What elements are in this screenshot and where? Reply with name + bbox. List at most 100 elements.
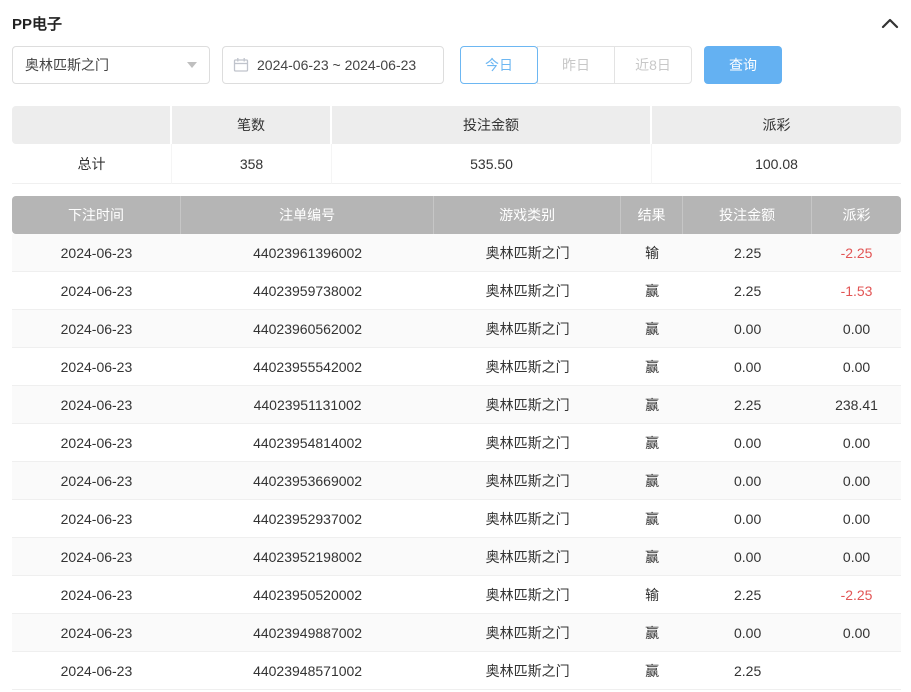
table-row: 2024-06-23 44023959738002 奥林匹斯之门 赢 2.25 … [12,272,901,310]
bet-table-body: 2024-06-23 44023961396002 奥林匹斯之门 输 2.25 … [12,234,901,690]
cell-bet-time: 2024-06-23 [12,500,181,538]
cell-bet-time: 2024-06-23 [12,310,181,348]
cell-game-category: 奥林匹斯之门 [434,272,621,310]
quick-button-yesterday[interactable]: 昨日 [537,46,615,84]
cell-order-number: 44023949887002 [181,614,434,652]
summary-header-bet-amount: 投注金额 [332,106,652,144]
bet-header-order-number: 注单编号 [181,196,434,234]
cell-bet-amount: 0.00 [683,614,812,652]
summary-table: 笔数 投注金额 派彩 总计 358 535.50 100.08 [12,106,901,184]
cell-payout: -1.53 [812,272,901,310]
cell-bet-amount: 2.25 [683,386,812,424]
cell-order-number: 44023955542002 [181,348,434,386]
summary-header-payout: 派彩 [652,106,901,144]
cell-order-number: 44023960562002 [181,310,434,348]
cell-bet-amount: 0.00 [683,348,812,386]
collapse-button[interactable] [879,15,901,31]
cell-payout: 0.00 [812,538,901,576]
cell-result: 赢 [621,614,683,652]
cell-payout: 0.00 [812,424,901,462]
cell-order-number: 44023954814002 [181,424,434,462]
cell-order-number: 44023959738002 [181,272,434,310]
summary-total-row: 总计 358 535.50 100.08 [12,144,901,184]
calendar-icon [233,57,249,73]
game-select[interactable]: 奥林匹斯之门 [12,46,210,84]
quick-button-last-8-days[interactable]: 近8日 [614,46,692,84]
cell-result: 赢 [621,500,683,538]
cell-result: 赢 [621,424,683,462]
filter-controls: 奥林匹斯之门 2024-06-23 ~ 2024-06-23 今日 昨日 近8日… [12,46,901,84]
cell-bet-time: 2024-06-23 [12,614,181,652]
cell-bet-time: 2024-06-23 [12,462,181,500]
bet-header-result: 结果 [621,196,683,234]
bet-header-payout: 派彩 [812,196,901,234]
summary-header-row: 笔数 投注金额 派彩 [12,106,901,144]
cell-bet-amount: 0.00 [683,424,812,462]
cell-payout: -2.25 [812,576,901,614]
cell-result: 赢 [621,386,683,424]
cell-payout: 0.00 [812,500,901,538]
table-row: 2024-06-23 44023955542002 奥林匹斯之门 赢 0.00 … [12,348,901,386]
cell-order-number: 44023950520002 [181,576,434,614]
cell-payout [812,652,901,690]
cell-game-category: 奥林匹斯之门 [434,576,621,614]
cell-bet-amount: 0.00 [683,310,812,348]
cell-game-category: 奥林匹斯之门 [434,310,621,348]
cell-bet-amount: 0.00 [683,538,812,576]
cell-order-number: 44023953669002 [181,462,434,500]
cell-result: 输 [621,576,683,614]
cell-bet-amount: 2.25 [683,272,812,310]
summary-header-count: 笔数 [172,106,332,144]
date-range-input[interactable]: 2024-06-23 ~ 2024-06-23 [222,46,444,84]
cell-bet-time: 2024-06-23 [12,424,181,462]
cell-payout: -2.25 [812,234,901,272]
quick-filter-group: 今日 昨日 近8日 [460,46,692,84]
cell-result: 赢 [621,538,683,576]
table-row: 2024-06-23 44023951131002 奥林匹斯之门 赢 2.25 … [12,386,901,424]
cell-bet-amount: 2.25 [683,576,812,614]
cell-payout: 0.00 [812,348,901,386]
cell-game-category: 奥林匹斯之门 [434,386,621,424]
cell-order-number: 44023948571002 [181,652,434,690]
cell-bet-time: 2024-06-23 [12,576,181,614]
cell-payout: 238.41 [812,386,901,424]
pp-electronic-panel: PP电子 奥林匹斯之门 2024-06-23 ~ 2024-06-23 今日 昨… [0,0,911,690]
quick-button-today[interactable]: 今日 [460,46,538,84]
game-select-value: 奥林匹斯之门 [25,55,109,75]
bet-table-header-row: 下注时间 注单编号 游戏类别 结果 投注金额 派彩 [12,196,901,234]
panel-header: PP电子 [12,0,901,30]
cell-bet-amount: 2.25 [683,234,812,272]
caret-down-icon [187,62,197,68]
cell-bet-time: 2024-06-23 [12,272,181,310]
cell-game-category: 奥林匹斯之门 [434,500,621,538]
cell-game-category: 奥林匹斯之门 [434,462,621,500]
cell-bet-time: 2024-06-23 [12,234,181,272]
summary-count-value: 358 [172,144,332,184]
search-button[interactable]: 查询 [704,46,782,84]
cell-game-category: 奥林匹斯之门 [434,424,621,462]
cell-result: 赢 [621,348,683,386]
cell-result: 赢 [621,272,683,310]
cell-result: 输 [621,234,683,272]
table-row: 2024-06-23 44023952198002 奥林匹斯之门 赢 0.00 … [12,538,901,576]
cell-bet-time: 2024-06-23 [12,348,181,386]
cell-order-number: 44023952937002 [181,500,434,538]
cell-bet-amount: 0.00 [683,500,812,538]
cell-order-number: 44023952198002 [181,538,434,576]
table-row: 2024-06-23 44023953669002 奥林匹斯之门 赢 0.00 … [12,462,901,500]
table-row: 2024-06-23 44023950520002 奥林匹斯之门 输 2.25 … [12,576,901,614]
table-row: 2024-06-23 44023961396002 奥林匹斯之门 输 2.25 … [12,234,901,272]
table-row: 2024-06-23 44023960562002 奥林匹斯之门 赢 0.00 … [12,310,901,348]
summary-bet-amount-value: 535.50 [332,144,652,184]
summary-header-blank [12,106,172,144]
summary-payout-value: 100.08 [652,144,901,184]
cell-bet-amount: 0.00 [683,462,812,500]
cell-order-number: 44023951131002 [181,386,434,424]
cell-order-number: 44023961396002 [181,234,434,272]
chevron-up-icon [881,17,899,29]
cell-game-category: 奥林匹斯之门 [434,538,621,576]
bet-header-bet-time: 下注时间 [12,196,181,234]
cell-game-category: 奥林匹斯之门 [434,348,621,386]
bet-table: 下注时间 注单编号 游戏类别 结果 投注金额 派彩 2024-06-23 440… [12,196,901,690]
cell-bet-amount: 2.25 [683,652,812,690]
